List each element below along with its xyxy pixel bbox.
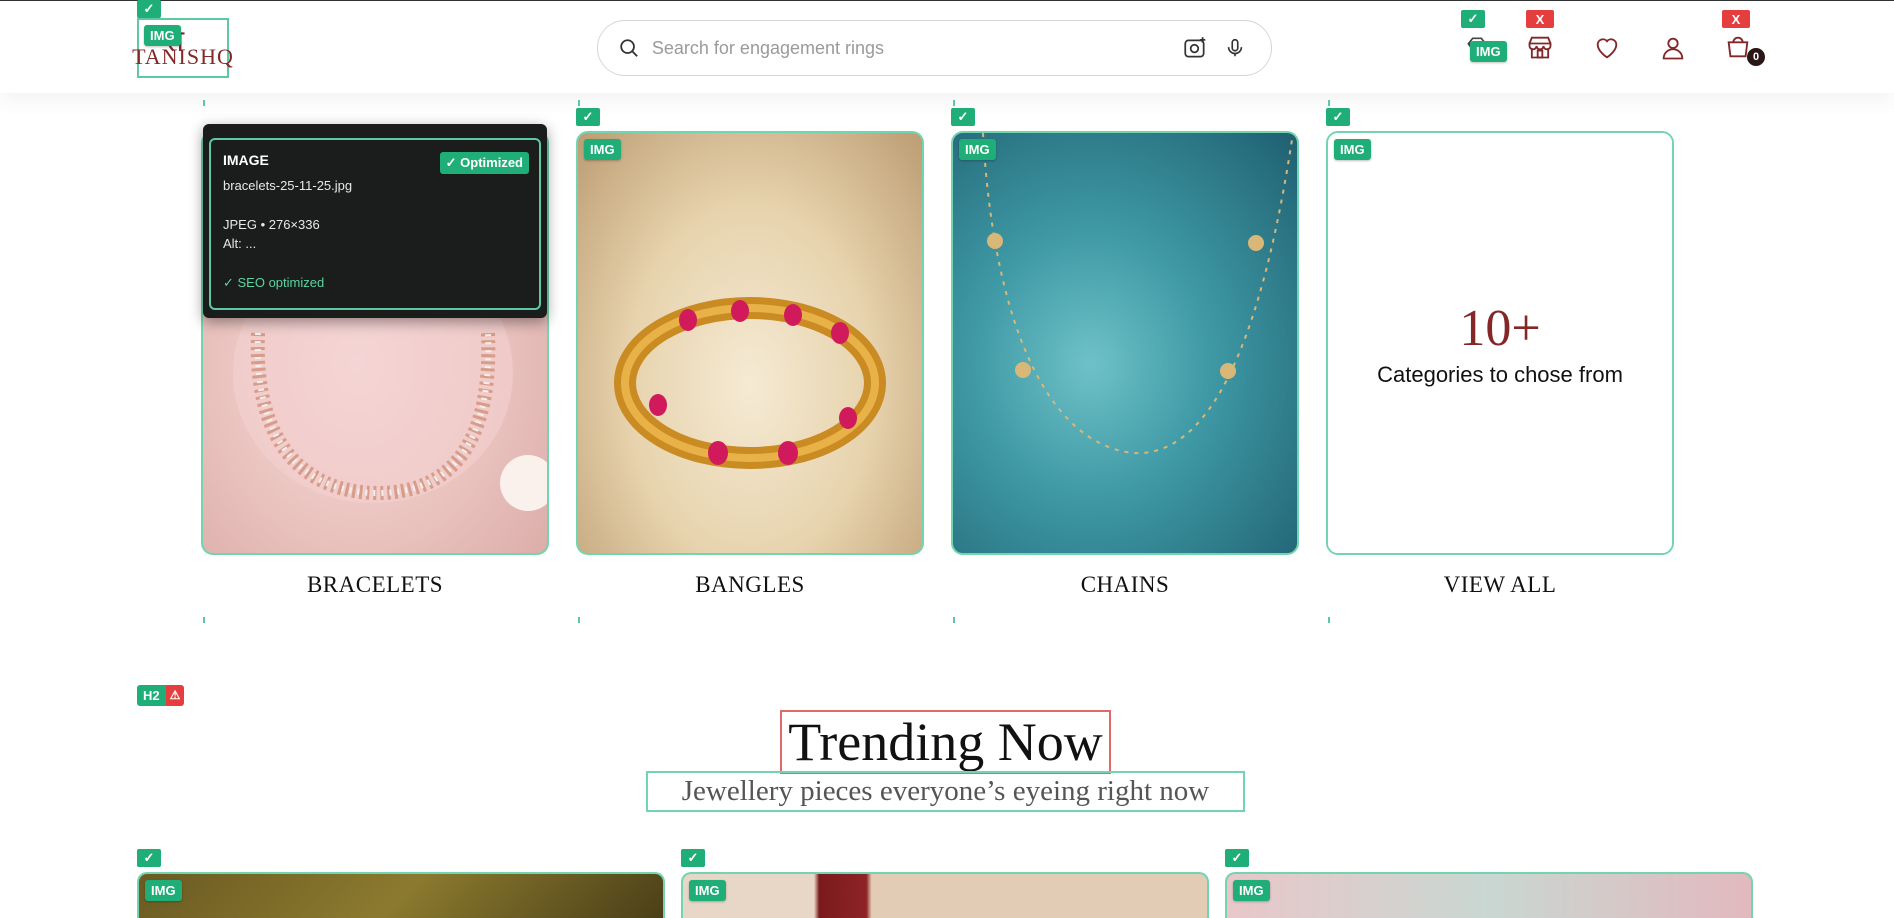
img-badge: IMG <box>144 25 181 46</box>
divider <box>1328 100 1330 106</box>
img-badge: IMG <box>1470 41 1507 62</box>
search-input[interactable] <box>651 37 1180 59</box>
tooltip-body: IMAGE ✓ Optimized bracelets-25-11-25.jpg… <box>209 138 541 310</box>
trending-card[interactable] <box>681 872 1209 918</box>
bangle-image <box>614 297 886 469</box>
h2-badge-label: H2 <box>137 685 166 706</box>
category-card-bangles[interactable] <box>576 131 924 555</box>
store-icon[interactable] <box>1524 31 1556 63</box>
seo-check-badge: ✓ <box>681 849 705 867</box>
trending-card[interactable] <box>137 872 665 918</box>
category-count: 10+ <box>1459 299 1541 357</box>
category-card-view-all[interactable]: 10+ Categories to chose from <box>1326 131 1674 555</box>
tooltip-seo-status: ✓ SEO optimized <box>223 275 325 290</box>
seo-fail-badge: X <box>1722 10 1750 28</box>
category-label-bracelets[interactable]: BRACELETS <box>201 572 549 598</box>
divider <box>203 617 205 623</box>
category-label-chains[interactable]: CHAINS <box>951 572 1299 598</box>
tooltip-filename: bracelets-25-11-25.jpg <box>223 178 353 193</box>
image-info-tooltip: IMAGE ✓ Optimized bracelets-25-11-25.jpg… <box>203 124 547 318</box>
chain-image <box>982 133 1294 455</box>
img-badge: IMG <box>959 139 996 160</box>
section-subheading: Jewellery pieces everyone’s eyeing right… <box>646 771 1245 812</box>
img-badge: IMG <box>689 880 726 901</box>
category-label-bangles[interactable]: BANGLES <box>576 572 924 598</box>
seo-check-badge: ✓ <box>1461 10 1485 28</box>
img-badge: IMG <box>145 880 182 901</box>
trending-card[interactable] <box>1225 872 1753 918</box>
cart-count-badge: 0 <box>1747 48 1765 66</box>
seo-check-badge: ✓ <box>1225 849 1249 867</box>
img-badge: IMG <box>1334 139 1371 160</box>
divider <box>578 617 580 623</box>
category-card-chains[interactable] <box>951 131 1299 555</box>
tooltip-alt: Alt: ... <box>223 236 257 251</box>
img-badge: IMG <box>584 139 621 160</box>
category-count-subtitle: Categories to chose from <box>1377 361 1623 387</box>
divider <box>578 100 580 106</box>
view-all-content: 10+ Categories to chose from <box>1328 133 1672 553</box>
optimized-badge: ✓ Optimized <box>439 152 529 174</box>
divider <box>1328 617 1330 623</box>
divider <box>953 617 955 623</box>
seo-fail-badge: X <box>1526 10 1554 28</box>
category-label-view-all[interactable]: VIEW ALL <box>1326 572 1674 598</box>
site-header: ✓ TANISHQ त IMG ✓ IMG X X 0 <box>0 0 1894 93</box>
section-heading: Trending Now <box>780 710 1111 774</box>
microphone-icon[interactable] <box>1219 32 1251 64</box>
tooltip-meta: JPEG • 276×336 <box>223 217 320 232</box>
img-badge: IMG <box>1233 880 1270 901</box>
camera-search-icon[interactable] <box>1179 32 1211 64</box>
seo-check-badge: ✓ <box>951 108 975 126</box>
seo-check-badge: ✓ <box>137 849 161 867</box>
divider <box>953 100 955 106</box>
seo-check-badge: ✓ <box>137 0 161 18</box>
h2-badge: H2 ⚠ <box>137 685 185 706</box>
warning-icon: ⚠ <box>165 685 185 706</box>
seo-check-badge: ✓ <box>576 108 600 126</box>
search-bar[interactable] <box>597 20 1272 76</box>
search-icon <box>620 39 638 57</box>
heart-icon[interactable] <box>1591 32 1623 64</box>
seo-check-badge: ✓ <box>1326 108 1350 126</box>
divider <box>203 100 205 106</box>
user-icon[interactable] <box>1657 32 1689 64</box>
